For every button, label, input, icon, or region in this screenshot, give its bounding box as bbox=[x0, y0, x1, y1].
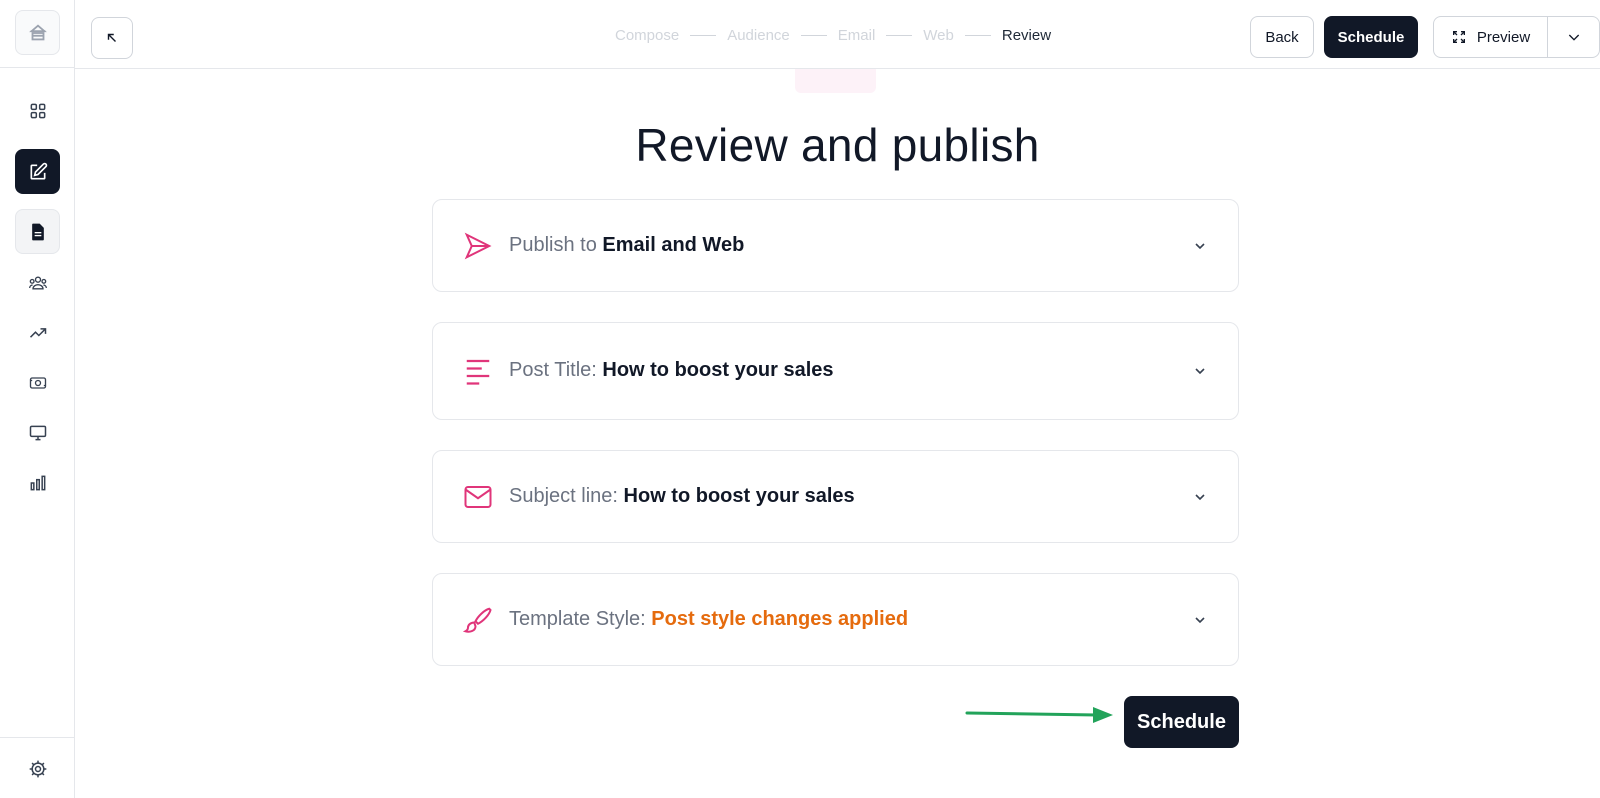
chevron-down-icon bbox=[1568, 34, 1579, 41]
step-connector bbox=[886, 35, 913, 36]
step-review[interactable]: Review bbox=[1002, 27, 1051, 44]
chevron-down-icon[interactable] bbox=[1192, 238, 1208, 254]
publish-to-card[interactable]: Publish to Email and Web bbox=[432, 199, 1239, 292]
sidebar-item-dashboard[interactable] bbox=[15, 88, 60, 133]
text-lines-icon bbox=[466, 359, 490, 385]
sidebar bbox=[0, 0, 75, 798]
card-label: Subject line: bbox=[509, 485, 618, 507]
exit-editor-button[interactable] bbox=[91, 17, 133, 59]
sidebar-item-growth[interactable] bbox=[15, 310, 60, 355]
sidebar-item-analytics[interactable] bbox=[15, 460, 60, 505]
dashboard-grid-icon bbox=[30, 103, 45, 118]
sidebar-item-compose[interactable] bbox=[15, 149, 60, 194]
audience-icon bbox=[28, 276, 47, 289]
money-icon bbox=[29, 376, 46, 389]
subject-line-card[interactable]: Subject line: How to boost your sales bbox=[432, 450, 1239, 543]
bar-chart-icon bbox=[30, 475, 45, 490]
card-label: Template Style: bbox=[509, 608, 646, 630]
sidebar-item-monetize[interactable] bbox=[15, 360, 60, 405]
preview-menu-button[interactable] bbox=[1548, 17, 1599, 57]
step-web[interactable]: Web bbox=[923, 27, 954, 44]
sidebar-item-settings[interactable] bbox=[15, 746, 60, 791]
step-connector bbox=[964, 35, 991, 36]
post-title-text: Post Title: How to boost your sales bbox=[509, 359, 834, 382]
card-value: Post style changes applied bbox=[651, 608, 909, 630]
gear-icon bbox=[29, 760, 46, 777]
back-button[interactable]: Back bbox=[1250, 16, 1314, 58]
preview-label: Preview bbox=[1476, 28, 1531, 46]
template-style-text: Template Style: Post style changes appli… bbox=[509, 608, 908, 631]
card-label: Publish to bbox=[509, 234, 597, 256]
step-connector bbox=[800, 35, 827, 36]
mail-icon bbox=[464, 486, 492, 508]
arrow-up-left-icon bbox=[107, 33, 116, 42]
step-connector bbox=[690, 35, 717, 36]
paintbrush-icon bbox=[463, 607, 492, 633]
annotation-arrow bbox=[965, 707, 1113, 723]
document-icon bbox=[31, 223, 44, 240]
step-email[interactable]: Email bbox=[838, 27, 876, 44]
edit-post-icon bbox=[30, 162, 47, 179]
sidebar-divider bbox=[0, 67, 75, 68]
card-value: How to boost your sales bbox=[623, 485, 855, 507]
send-icon bbox=[464, 232, 492, 260]
schedule-button-top[interactable]: Schedule bbox=[1324, 16, 1418, 58]
chevron-down-icon[interactable] bbox=[1192, 489, 1208, 505]
step-audience[interactable]: Audience bbox=[727, 27, 790, 44]
decorative-tab bbox=[795, 69, 876, 93]
shop-logo-icon[interactable] bbox=[15, 10, 60, 55]
step-compose[interactable]: Compose bbox=[615, 27, 679, 44]
chevron-down-icon[interactable] bbox=[1192, 612, 1208, 628]
sidebar-divider bbox=[0, 737, 75, 738]
template-style-card[interactable]: Template Style: Post style changes appli… bbox=[432, 573, 1239, 666]
sidebar-item-posts[interactable] bbox=[15, 209, 60, 254]
publish-to-text: Publish to Email and Web bbox=[509, 234, 744, 257]
sidebar-item-website[interactable] bbox=[15, 410, 60, 455]
step-progress: Compose Audience Email Web Review bbox=[615, 27, 1051, 44]
post-title-card[interactable]: Post Title: How to boost your sales bbox=[432, 322, 1239, 420]
subject-line-text: Subject line: How to boost your sales bbox=[509, 485, 855, 508]
schedule-button[interactable]: Schedule bbox=[1124, 696, 1239, 748]
card-value: Email and Web bbox=[602, 234, 745, 256]
chevron-down-icon[interactable] bbox=[1192, 363, 1208, 379]
monitor-icon bbox=[29, 425, 46, 440]
top-bar: Compose Audience Email Web Review Back S… bbox=[75, 0, 1600, 69]
page-title: Review and publish bbox=[635, 119, 1040, 171]
sidebar-item-audience[interactable] bbox=[15, 260, 60, 305]
preview-button-group: Preview bbox=[1433, 16, 1600, 58]
expand-icon bbox=[1452, 31, 1465, 43]
preview-button[interactable]: Preview bbox=[1434, 17, 1548, 57]
card-label: Post Title: bbox=[509, 359, 597, 381]
card-value: How to boost your sales bbox=[602, 359, 834, 381]
trending-up-icon bbox=[29, 327, 46, 338]
